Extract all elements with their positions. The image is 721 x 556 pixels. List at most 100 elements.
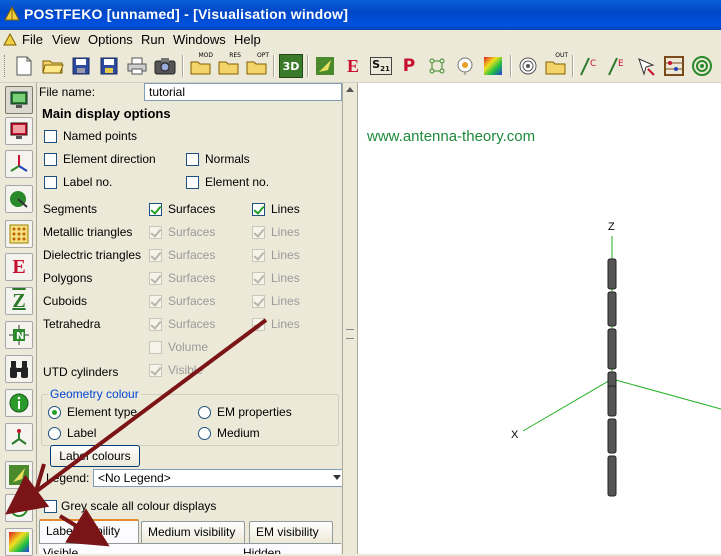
model-sidebar-button[interactable] [5, 461, 33, 489]
tab-label-visibility[interactable]: Label visibility [39, 519, 139, 543]
power-button[interactable]: P [397, 54, 421, 78]
out-label: OUT [555, 52, 568, 59]
s-parameters-button[interactable]: S21 [369, 54, 393, 78]
axes-button[interactable] [5, 150, 33, 178]
toolbar-grip[interactable] [4, 55, 7, 77]
tab-em-visibility[interactable]: EM visibility [249, 521, 333, 543]
file-name-input[interactable]: tutorial [144, 83, 342, 101]
svg-text:N: N [16, 331, 24, 342]
open-optimisation-icon[interactable]: OPT [245, 52, 269, 78]
colour-map-icon[interactable] [481, 54, 505, 78]
new-file-icon[interactable] [12, 54, 36, 78]
menu-help[interactable]: Help [232, 31, 263, 49]
tetrahedra-surfaces-checkbox[interactable] [149, 318, 162, 331]
element-no-label: Element no. [205, 175, 270, 189]
network-sidebar-button[interactable]: N [5, 321, 33, 349]
menu-options[interactable]: Options [86, 31, 135, 49]
element-type-radio[interactable] [48, 406, 61, 419]
open-results-icon[interactable]: RES [217, 52, 241, 78]
open-folder-icon[interactable] [41, 54, 65, 78]
utd-visible-checkbox[interactable] [149, 364, 162, 377]
colour-sidebar-button[interactable] [5, 528, 33, 556]
menu-file[interactable]: File [20, 31, 45, 49]
near-field-e-button[interactable]: E [341, 54, 365, 78]
cuboids-surfaces-checkbox[interactable] [149, 295, 162, 308]
far-field-e-icon[interactable]: E [606, 54, 630, 78]
3d-view-button[interactable]: 3D [279, 54, 303, 78]
network-icon[interactable] [425, 54, 449, 78]
monitor-options-button[interactable] [5, 117, 33, 145]
segments-lines-checkbox[interactable] [252, 203, 265, 216]
menu-windows[interactable]: Windows [171, 31, 228, 49]
menu-run[interactable]: Run [139, 31, 167, 49]
named-points-checkbox[interactable] [44, 130, 57, 143]
normals-checkbox[interactable] [186, 153, 199, 166]
cursor-measure-icon[interactable] [634, 54, 658, 78]
abacus-icon[interactable] [662, 54, 686, 78]
metallic-lines-label: Lines [271, 225, 300, 239]
chevron-down-icon[interactable] [333, 475, 341, 481]
open-output-icon[interactable]: OUT [544, 52, 568, 78]
dielectric-lines-label: Lines [271, 248, 300, 262]
display-monitor-button[interactable] [5, 86, 33, 114]
info-button[interactable] [5, 389, 33, 417]
green-target-icon[interactable] [690, 54, 714, 78]
panel-scrollbar[interactable] [342, 83, 358, 554]
polygons-label: Polygons [43, 271, 93, 285]
tetrahedra-lines-checkbox[interactable] [252, 318, 265, 331]
sphere-button[interactable] [5, 185, 33, 213]
save-as-icon[interactable] [97, 54, 121, 78]
target-icon[interactable] [516, 54, 540, 78]
geometry-axes-icon [11, 429, 27, 445]
grey-scale-checkbox[interactable] [44, 500, 57, 513]
display-sidebar: E Z N [0, 83, 36, 556]
grid-points-button[interactable] [5, 220, 33, 248]
segments-surfaces-label: Surfaces [168, 202, 216, 216]
binoculars-icon [10, 361, 28, 378]
open-model-icon[interactable]: MOD [189, 52, 213, 78]
near-field-sidebar-button[interactable]: E [5, 253, 33, 281]
source-sidebar-button[interactable] [5, 494, 33, 522]
res-label: RES [229, 52, 241, 59]
legend-select[interactable]: <No Legend> [93, 469, 343, 487]
save-icon[interactable] [69, 54, 93, 78]
display-options-panel: File name: tutorial Main display options… [36, 83, 343, 554]
sphere-arrow-icon [10, 191, 28, 208]
metallic-surfaces-checkbox[interactable] [149, 226, 162, 239]
col-hidden-header: Hidden [243, 546, 282, 554]
document-menu-icon[interactable] [3, 33, 17, 47]
label-no-checkbox[interactable] [44, 176, 57, 189]
geometry-sidebar-button[interactable] [5, 423, 33, 451]
em-properties-label: EM properties [217, 405, 292, 419]
dielectric-lines-checkbox[interactable] [252, 249, 265, 262]
menu-view[interactable]: View [50, 31, 82, 49]
title-bar: POSTFEKO [unnamed] - [Visualisation wind… [0, 0, 721, 30]
source-marker-icon[interactable] [453, 54, 477, 78]
postfeko-app-icon[interactable] [4, 6, 20, 22]
element-no-checkbox[interactable] [186, 176, 199, 189]
splitter-grip[interactable] [346, 329, 354, 339]
metallic-lines-checkbox[interactable] [252, 226, 265, 239]
toolbar-separator [273, 55, 275, 77]
visualisation-viewport[interactable]: www.antenna-theory.com Z X [358, 83, 721, 554]
scroll-up-icon[interactable] [346, 86, 354, 92]
dielectric-triangles-label: Dielectric triangles [43, 248, 142, 262]
far-field-c-icon[interactable]: C [578, 54, 602, 78]
label-radio[interactable] [48, 427, 61, 440]
print-icon[interactable] [125, 54, 149, 78]
label-colours-button[interactable]: Label colours [50, 445, 140, 467]
medium-radio[interactable] [198, 427, 211, 440]
impedance-sidebar-button[interactable]: Z [5, 287, 33, 315]
volume-checkbox[interactable] [149, 341, 162, 354]
binoculars-button[interactable] [5, 355, 33, 383]
geometry-icon[interactable] [313, 54, 337, 78]
polygons-lines-checkbox[interactable] [252, 272, 265, 285]
segments-surfaces-checkbox[interactable] [149, 203, 162, 216]
dielectric-surfaces-checkbox[interactable] [149, 249, 162, 262]
polygons-surfaces-checkbox[interactable] [149, 272, 162, 285]
em-properties-radio[interactable] [198, 406, 211, 419]
cuboids-lines-checkbox[interactable] [252, 295, 265, 308]
element-direction-checkbox[interactable] [44, 153, 57, 166]
tab-medium-visibility[interactable]: Medium visibility [141, 521, 245, 543]
export-image-icon[interactable] [153, 54, 177, 78]
